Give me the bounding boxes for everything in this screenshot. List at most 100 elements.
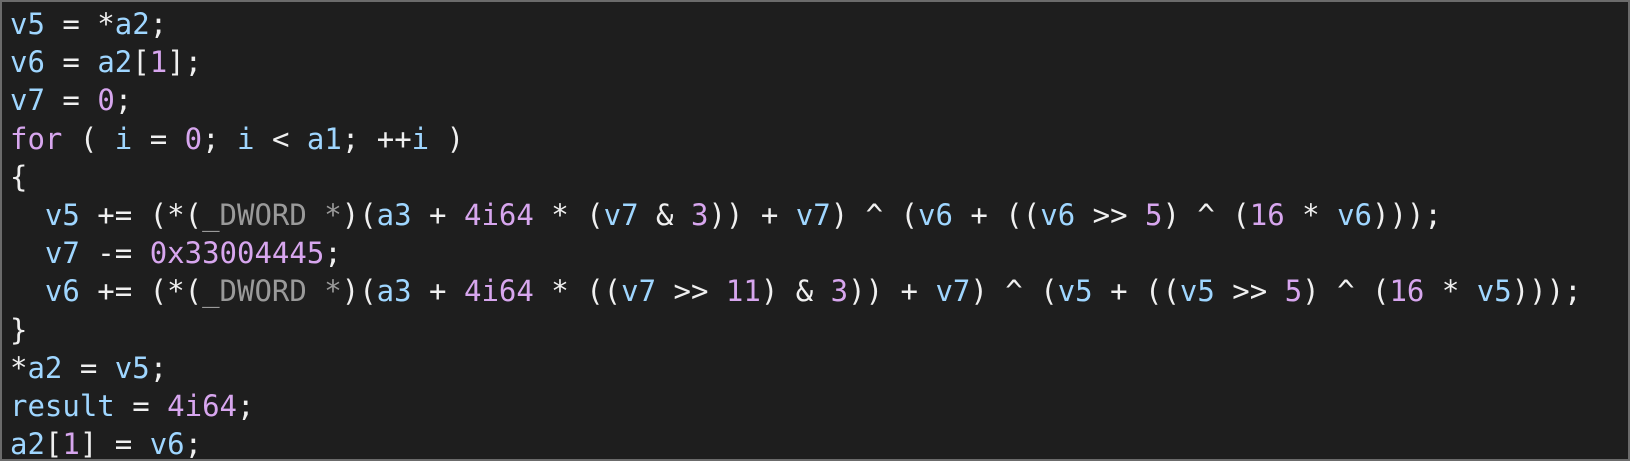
pseudocode-text-area[interactable]: v5 = *a2; v6 = a2[1]; v7 = 0; for ( i = 0; … [10,5,1582,461]
code-token: v5 [1057,274,1093,309]
code-token: result [10,388,115,423]
code-token: [ [132,45,150,80]
code-token: = [62,350,115,385]
code-token: 1 [149,45,168,80]
code-token: )) + [848,274,936,309]
code-token: >> [656,274,726,309]
code-token: _DWORD * [202,274,342,309]
code-token: 4i64 [463,197,534,232]
code-token: ))); [1372,197,1442,232]
code-token: v7 [603,197,639,232]
code-line[interactable]: v6 += (*(_DWORD *)(a3 + 4i64 * ((v7 >> 1… [10,272,1582,310]
code-token: ; ++ [341,121,412,156]
code-token: v5 [10,7,45,41]
code-line[interactable]: v5 = *a2; [10,5,1582,43]
code-line[interactable]: v5 += (*(_DWORD *)(a3 + 4i64 * (v7 & 3))… [10,196,1582,234]
code-token: a2 [97,45,133,80]
code-line[interactable]: v7 = 0; [10,81,1582,119]
code-token: 4i64 [463,274,534,309]
code-token: ; [237,388,255,423]
code-token: 5 [1145,197,1163,232]
code-token: v5 [44,197,80,232]
code-token: ; [184,427,203,461]
code-token: ; [149,7,168,41]
code-token: + (( [952,197,1041,232]
code-token: & [638,197,691,232]
code-line[interactable]: *a2 = v5; [10,349,1582,387]
code-token: a2 [10,427,45,461]
code-token: ] = [79,427,150,461]
code-token: a3 [376,197,412,232]
code-token: )( [341,197,377,232]
code-token: + (( [1092,274,1180,309]
code-token: v7 [621,274,657,309]
code-token: 4i64 [167,388,237,423]
code-token: v5 [114,350,150,385]
code-token: v6 [918,197,953,232]
code-token: ) ^ ( [1302,274,1390,309]
code-token: { [10,159,28,194]
code-token: ( [62,121,115,156]
code-token: [ [44,427,63,461]
code-token: 16 [1389,274,1425,309]
code-token: a2 [27,350,63,385]
code-token: v5 [1179,274,1215,309]
code-token: v7 [10,83,45,118]
code-token: v7 [44,236,80,271]
code-token: ; [114,83,133,118]
code-token: < [254,121,307,156]
code-token: 0 [97,83,115,118]
code-token: 0 [184,121,203,156]
code-token: + [411,274,464,309]
code-token: v6 [1040,197,1076,232]
code-token: a2 [114,7,150,41]
code-token: i [237,121,255,156]
code-token: a1 [306,121,342,156]
code-token: ; [202,121,238,156]
code-line[interactable]: { [10,158,1582,196]
code-line[interactable]: a2[1] = v6; [10,425,1582,461]
code-token: )( [341,274,377,309]
code-token: 11 [725,274,761,309]
code-line[interactable]: v7 -= 0x33004445; [10,234,1582,272]
code-token: ) ^ ( [830,197,918,232]
code-token: 5 [1284,274,1303,309]
code-token: i [411,121,430,156]
code-token: v6 [10,45,45,80]
code-token: a3 [376,274,412,309]
code-token: >> [1075,197,1145,232]
code-token: = [132,121,185,156]
code-token: -= [79,236,150,271]
code-token: ))); [1511,274,1582,309]
code-token: * [1284,197,1338,232]
code-token: ; [149,350,168,385]
code-token: = * [44,7,115,41]
code-token: 0x33004445 [149,236,325,271]
code-token: 3 [690,197,709,232]
code-token: * (( [533,274,622,309]
code-token: ; [324,236,342,271]
code-token: ) ^ ( [1162,197,1250,232]
code-token: v7 [795,197,831,232]
code-line[interactable]: result = 4i64; [10,387,1582,425]
code-line[interactable]: } [10,311,1582,349]
code-token: v6 [1337,197,1373,232]
code-line[interactable]: for ( i = 0; i < a1; ++i ) [10,120,1582,158]
code-token: v7 [935,274,971,309]
code-token: 1 [62,427,80,461]
pseudocode-window: v5 = *a2; v6 = a2[1]; v7 = 0; for ( i = 0; … [0,0,1630,461]
code-token: ) ^ ( [970,274,1058,309]
code-line[interactable]: v6 = a2[1]; [10,43,1582,81]
code-token: ]; [167,45,203,80]
code-token: 3 [830,274,849,309]
code-token: 16 [1249,197,1285,232]
code-token: ) & [760,274,831,309]
code-token: * [1424,274,1477,309]
code-token: += (*( [79,197,203,232]
code-token: _DWORD * [202,197,342,232]
code-token: += (*( [79,274,203,309]
code-token: for [10,121,63,156]
